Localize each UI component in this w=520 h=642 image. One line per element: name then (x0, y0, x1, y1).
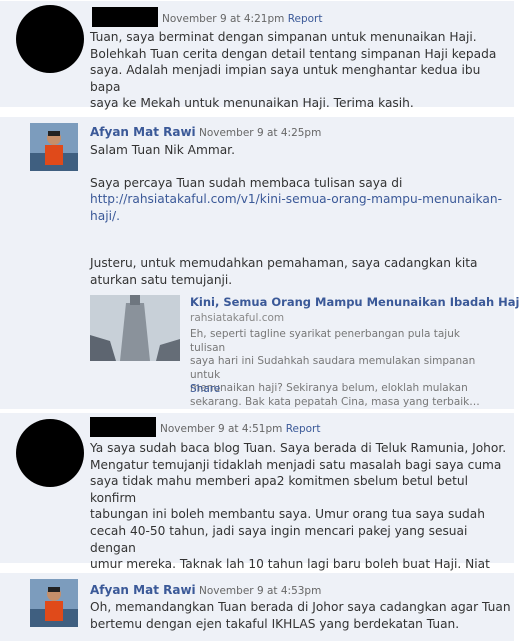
preview-description: Eh, seperti tagline syarikat penerbangan… (190, 328, 480, 408)
comment: Afyan Mat Rawi November 9 at 4:53pm Oh, … (0, 572, 514, 642)
author-photo[interactable] (30, 579, 78, 627)
comment-text: Tuan, saya berminat dengan simpanan untu… (90, 30, 497, 111)
comment-timestamp: November 9 at 4:25pm (198, 127, 322, 139)
comment-text: Oh, memandangkan Tuan berada di Johor sa… (90, 600, 511, 631)
redacted-name (92, 7, 158, 27)
share-link[interactable]: Share (190, 383, 220, 395)
redacted-avatar (16, 5, 84, 73)
comment-text: Justeru, untuk memudahkan pemahaman, say… (90, 256, 478, 287)
preview-domain: rahsiatakaful.com (190, 312, 285, 324)
comment-meta: Afyan Mat Rawi November 9 at 4:53pm (90, 583, 321, 597)
article-link[interactable]: http://rahsiatakaful.com/v1/kini-semua-o… (90, 191, 510, 224)
author-photo[interactable] (30, 123, 78, 171)
preview-thumbnail-image (90, 295, 180, 361)
redacted-name (90, 417, 156, 437)
report-link[interactable]: Report (288, 13, 323, 25)
comment-greeting: Salam Tuan Nik Ammar. (90, 143, 235, 157)
author-name[interactable]: Afyan Mat Rawi (90, 583, 196, 597)
redacted-avatar (16, 419, 84, 487)
comment-timestamp: November 9 at 4:51pm (160, 423, 283, 435)
comment-meta: Afyan Mat Rawi November 9 at 4:25pm (90, 125, 321, 139)
comment-timestamp: November 9 at 4:21pm (162, 13, 285, 25)
author-photo-image (30, 579, 78, 627)
comment: November 9 at 4:51pm Report Ya saya suda… (0, 412, 514, 604)
comment: Afyan Mat Rawi November 9 at 4:25pm Sala… (0, 116, 520, 410)
preview-thumbnail[interactable] (90, 295, 180, 361)
author-name[interactable]: Afyan Mat Rawi (90, 125, 196, 139)
comment-timestamp: November 9 at 4:53pm (198, 585, 322, 597)
report-link[interactable]: Report (286, 423, 321, 435)
link-preview[interactable]: Kini, Semua Orang Mampu Menunaikan Ibada… (90, 295, 520, 408)
comment-meta: November 9 at 4:21pm Report (162, 13, 323, 25)
author-photo-image (30, 123, 78, 171)
comment-meta: November 9 at 4:51pm Report (160, 423, 321, 435)
comment-text: Saya percaya Tuan sudah membaca tulisan … (90, 176, 403, 190)
comment: November 9 at 4:21pm Report Tuan, saya b… (0, 0, 514, 110)
preview-title[interactable]: Kini, Semua Orang Mampu Menunaikan Ibada… (190, 295, 520, 309)
